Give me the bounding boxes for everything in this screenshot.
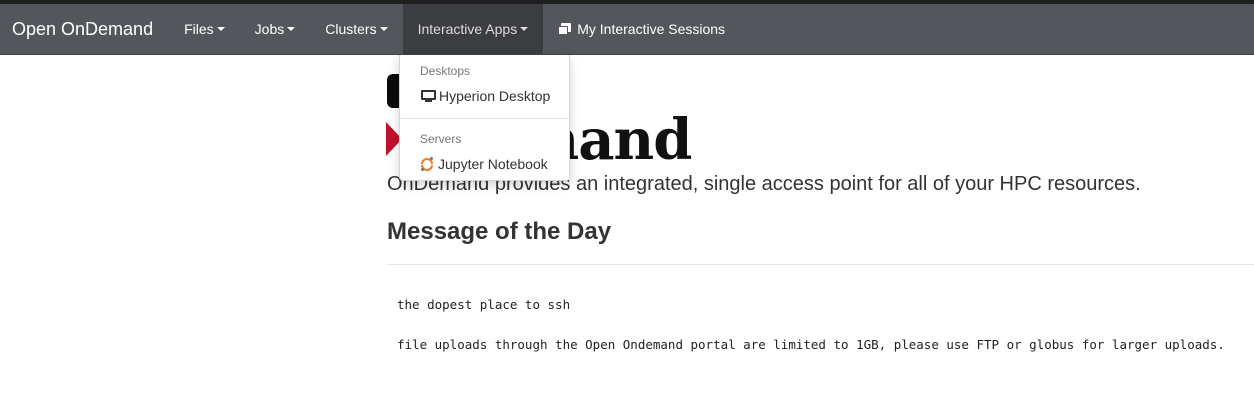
nav-files[interactable]: Files <box>169 4 240 54</box>
caret-down-icon <box>520 27 529 31</box>
dropdown-header-servers: Servers <box>420 132 462 146</box>
desktop-icon <box>420 89 437 103</box>
nav-interactive-apps-label: Interactive Apps <box>417 20 518 37</box>
caret-down-icon <box>379 27 388 31</box>
menu-item-jupyter-notebook[interactable]: Jupyter Notebook <box>400 152 569 176</box>
menu-item-label: Hyperion Desktop <box>439 88 551 104</box>
menu-item-hyperion-desktop[interactable]: Hyperion Desktop <box>400 84 569 108</box>
motd-line: the dopest place to ssh <box>397 297 571 312</box>
dropdown-header-desktops: Desktops <box>420 64 471 78</box>
motd-title: Message of the Day <box>387 218 612 245</box>
nav-my-interactive-sessions[interactable]: My Interactive Sessions <box>543 4 740 54</box>
brand-link[interactable]: Open OnDemand <box>0 4 169 54</box>
dropdown-divider <box>400 118 569 119</box>
jupyter-icon <box>420 157 434 171</box>
sessions-icon <box>558 22 572 36</box>
nav-files-label: Files <box>184 20 214 37</box>
interactive-apps-dropdown-menu: Desktops Hyperion Desktop Servers Jupyte… <box>399 55 570 181</box>
motd-divider <box>387 264 1254 265</box>
motd-line: file uploads through the Open Ondemand p… <box>397 337 1225 352</box>
nav-my-interactive-sessions-label: My Interactive Sessions <box>577 20 726 37</box>
caret-down-icon <box>287 27 296 31</box>
nav-clusters[interactable]: Clusters <box>310 4 402 54</box>
menu-item-label: Jupyter Notebook <box>438 156 548 172</box>
nav-clusters-label: Clusters <box>325 20 377 37</box>
nav-interactive-apps[interactable]: Interactive Apps <box>402 4 544 54</box>
caret-down-icon <box>216 27 225 31</box>
navbar: Open OnDemand Files Jobs Clusters Intera… <box>0 4 1254 55</box>
nav-jobs-label: Jobs <box>254 20 285 37</box>
nav-jobs[interactable]: Jobs <box>240 4 311 54</box>
